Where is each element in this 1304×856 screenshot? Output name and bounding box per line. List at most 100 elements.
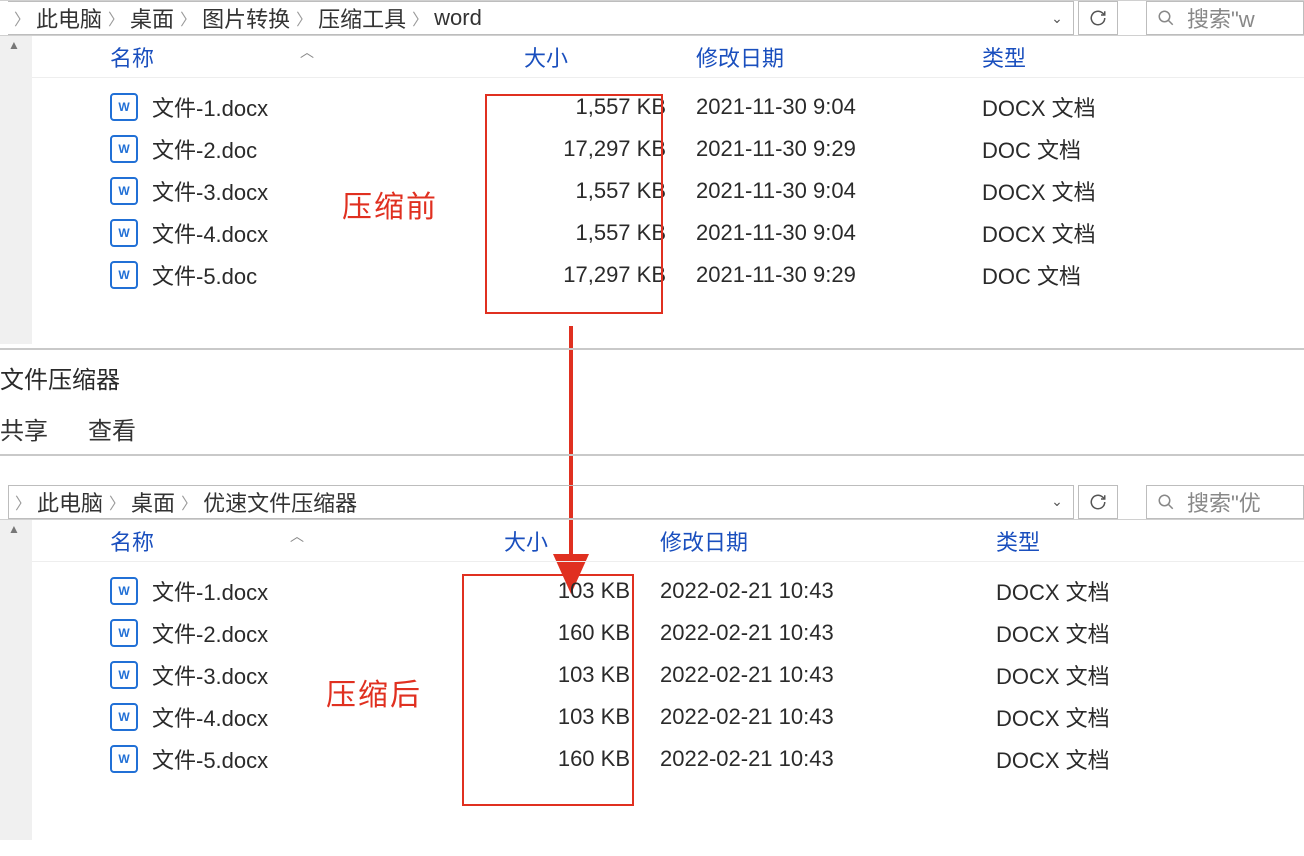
chevron-right-icon: 〉 [102, 6, 130, 30]
column-header-type[interactable]: 类型 [996, 525, 1040, 557]
file-date: 2021-11-30 9:29 [696, 262, 982, 288]
file-row[interactable]: W文件-1.docx103 KB2022-02-21 10:43DOCX 文档 [32, 570, 1304, 612]
search-box[interactable]: 搜索"w [1146, 1, 1304, 35]
column-header-date[interactable]: 修改日期 [660, 525, 996, 557]
breadcrumb[interactable]: 〉 此电脑 〉 桌面 〉 图片转换 〉 压缩工具 〉 word ⌄ [8, 1, 1074, 35]
ribbon-tab-view[interactable]: 查看 [88, 411, 136, 446]
breadcrumb-item[interactable]: 优速文件压缩器 [203, 486, 357, 518]
file-type: DOCX 文档 [982, 217, 1096, 249]
sort-indicator-icon: ︿ [290, 526, 304, 546]
file-date: 2021-11-30 9:04 [696, 220, 982, 246]
ribbon-tab-share[interactable]: 共享 [0, 411, 48, 446]
file-name: 文件-3.docx [152, 175, 520, 207]
annotation-label-after: 压缩后 [326, 670, 422, 714]
file-date: 2022-02-21 10:43 [660, 746, 996, 772]
file-date: 2021-11-30 9:04 [696, 94, 982, 120]
breadcrumb-item[interactable]: 桌面 [131, 486, 175, 518]
word-doc-icon: W [110, 261, 138, 289]
chevron-right-icon: 〉 [175, 490, 203, 514]
column-header-type[interactable]: 类型 [982, 41, 1026, 73]
file-type: DOCX 文档 [996, 743, 1110, 775]
file-name: 文件-5.doc [152, 259, 520, 291]
chevron-right-icon: 〉 [290, 6, 318, 30]
breadcrumb-item[interactable]: word [434, 5, 482, 31]
breadcrumb-item[interactable]: 此电脑 [36, 2, 102, 34]
file-list: W文件-1.docx103 KB2022-02-21 10:43DOCX 文档W… [32, 562, 1304, 790]
chevron-right-icon: 〉 [8, 6, 36, 30]
file-row[interactable]: W文件-5.docx160 KB2022-02-21 10:43DOCX 文档 [32, 738, 1304, 780]
history-dropdown-icon[interactable]: ⌄ [1041, 493, 1073, 510]
column-headers: ︿ 名称 大小 修改日期 类型 [32, 520, 1304, 562]
file-size: 1,557 KB [520, 94, 696, 120]
search-placeholder: 搜索"w [1187, 2, 1255, 34]
breadcrumb-item[interactable]: 桌面 [130, 2, 174, 34]
file-row[interactable]: W文件-2.doc17,297 KB2021-11-30 9:29DOC 文档 [32, 128, 1304, 170]
file-row[interactable]: W文件-4.docx1,557 KB2021-11-30 9:04DOCX 文档 [32, 212, 1304, 254]
column-header-name[interactable]: 名称 [32, 525, 500, 557]
scrollbar[interactable]: ▲ [0, 520, 32, 840]
address-bar: 〉 此电脑 〉 桌面 〉 优速文件压缩器 ⌄ 搜索"优 [0, 484, 1304, 520]
word-doc-icon: W [110, 135, 138, 163]
chevron-right-icon: 〉 [406, 6, 434, 30]
search-icon [1157, 9, 1175, 27]
search-box[interactable]: 搜索"优 [1146, 485, 1304, 519]
file-row[interactable]: W文件-3.docx1,557 KB2021-11-30 9:04DOCX 文档 [32, 170, 1304, 212]
file-name: 文件-1.docx [152, 575, 500, 607]
address-bar: 〉 此电脑 〉 桌面 〉 图片转换 〉 压缩工具 〉 word ⌄ 搜索"w [0, 0, 1304, 36]
file-size: 103 KB [500, 662, 660, 688]
column-header-name[interactable]: 名称 [32, 41, 520, 73]
refresh-button[interactable] [1078, 1, 1118, 35]
file-type: DOCX 文档 [996, 617, 1110, 649]
file-size: 1,557 KB [520, 220, 696, 246]
chevron-right-icon: 〉 [103, 490, 131, 514]
file-name: 文件-2.docx [152, 617, 500, 649]
file-size: 1,557 KB [520, 178, 696, 204]
word-doc-icon: W [110, 619, 138, 647]
word-doc-icon: W [110, 93, 138, 121]
ribbon-tabs: 共享 查看 [0, 405, 1304, 456]
file-size: 103 KB [500, 578, 660, 604]
file-date: 2021-11-30 9:04 [696, 178, 982, 204]
chevron-right-icon: 〉 [9, 490, 37, 514]
breadcrumb-item[interactable]: 压缩工具 [318, 2, 406, 34]
file-row[interactable]: W文件-3.docx103 KB2022-02-21 10:43DOCX 文档 [32, 654, 1304, 696]
breadcrumb-item[interactable]: 此电脑 [37, 486, 103, 518]
word-doc-icon: W [110, 661, 138, 689]
history-dropdown-icon[interactable]: ⌄ [1041, 10, 1073, 27]
file-name: 文件-4.docx [152, 217, 520, 249]
file-size: 17,297 KB [520, 136, 696, 162]
file-row[interactable]: W文件-5.doc17,297 KB2021-11-30 9:29DOC 文档 [32, 254, 1304, 296]
word-doc-icon: W [110, 577, 138, 605]
file-type: DOCX 文档 [996, 659, 1110, 691]
scroll-up-icon[interactable]: ▲ [8, 522, 20, 536]
breadcrumb-item[interactable]: 图片转换 [202, 2, 290, 34]
file-name: 文件-5.docx [152, 743, 500, 775]
column-header-size[interactable]: 大小 [500, 525, 660, 557]
refresh-button[interactable] [1078, 485, 1118, 519]
file-date: 2022-02-21 10:43 [660, 704, 996, 730]
file-row[interactable]: W文件-2.docx160 KB2022-02-21 10:43DOCX 文档 [32, 612, 1304, 654]
file-list: W文件-1.docx1,557 KB2021-11-30 9:04DOCX 文档… [32, 78, 1304, 306]
search-icon [1157, 493, 1175, 511]
file-size: 103 KB [500, 704, 660, 730]
scroll-up-icon[interactable]: ▲ [8, 38, 20, 52]
scrollbar[interactable]: ▲ [0, 36, 32, 344]
file-date: 2022-02-21 10:43 [660, 578, 996, 604]
file-row[interactable]: W文件-4.docx103 KB2022-02-21 10:43DOCX 文档 [32, 696, 1304, 738]
chevron-right-icon: 〉 [174, 6, 202, 30]
file-size: 17,297 KB [520, 262, 696, 288]
search-placeholder: 搜索"优 [1187, 486, 1261, 518]
file-name: 文件-2.doc [152, 133, 520, 165]
file-row[interactable]: W文件-1.docx1,557 KB2021-11-30 9:04DOCX 文档 [32, 86, 1304, 128]
file-type: DOCX 文档 [982, 91, 1096, 123]
column-header-size[interactable]: 大小 [520, 41, 696, 73]
refresh-icon [1089, 493, 1107, 511]
window-title: 文件压缩器 [0, 350, 1304, 405]
file-date: 2022-02-21 10:43 [660, 620, 996, 646]
column-headers: ︿ 名称 大小 修改日期 类型 [32, 36, 1304, 78]
sort-indicator-icon: ︿ [300, 42, 314, 62]
breadcrumb[interactable]: 〉 此电脑 〉 桌面 〉 优速文件压缩器 ⌄ [8, 485, 1074, 519]
refresh-icon [1089, 9, 1107, 27]
file-size: 160 KB [500, 746, 660, 772]
column-header-date[interactable]: 修改日期 [696, 41, 982, 73]
